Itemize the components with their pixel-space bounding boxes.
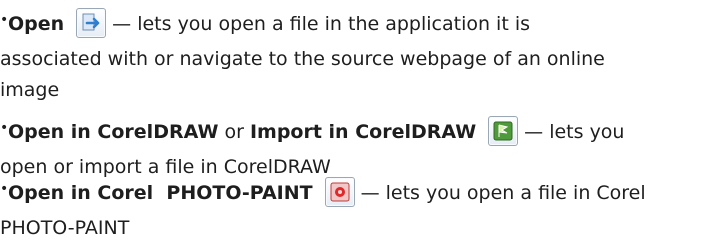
photo-paint-description: — lets you open a file in Corel bbox=[360, 182, 646, 204]
bullet-glyph: • bbox=[0, 12, 9, 28]
open-file-icon bbox=[76, 7, 107, 38]
term-open: Open bbox=[8, 13, 65, 35]
bullet-glyph: • bbox=[0, 181, 9, 197]
term-open-in-coreldraw: Open in CorelDRAW bbox=[8, 121, 219, 143]
coreldraw-icon bbox=[488, 115, 519, 146]
bullet-glyph: • bbox=[0, 120, 9, 136]
bullet-item-open: •Open — lets you open a file in the appli… bbox=[0, 0, 717, 110]
term-open-in-photo-paint: Open in Corel PHOTO-PAINT bbox=[8, 182, 313, 204]
bullet-item-photo-paint: •Open in Corel PHOTO-PAINT — lets you ope… bbox=[0, 169, 717, 248]
coreldraw-description: — lets you bbox=[524, 121, 625, 143]
joiner-text: or bbox=[224, 121, 244, 143]
open-description: — lets you open a file in the applicatio… bbox=[112, 13, 531, 35]
photo-paint-icon bbox=[324, 176, 355, 207]
term-import-in-coreldraw: Import in CorelDRAW bbox=[249, 121, 477, 143]
help-document: •Open — lets you open a file in the appli… bbox=[0, 0, 717, 248]
